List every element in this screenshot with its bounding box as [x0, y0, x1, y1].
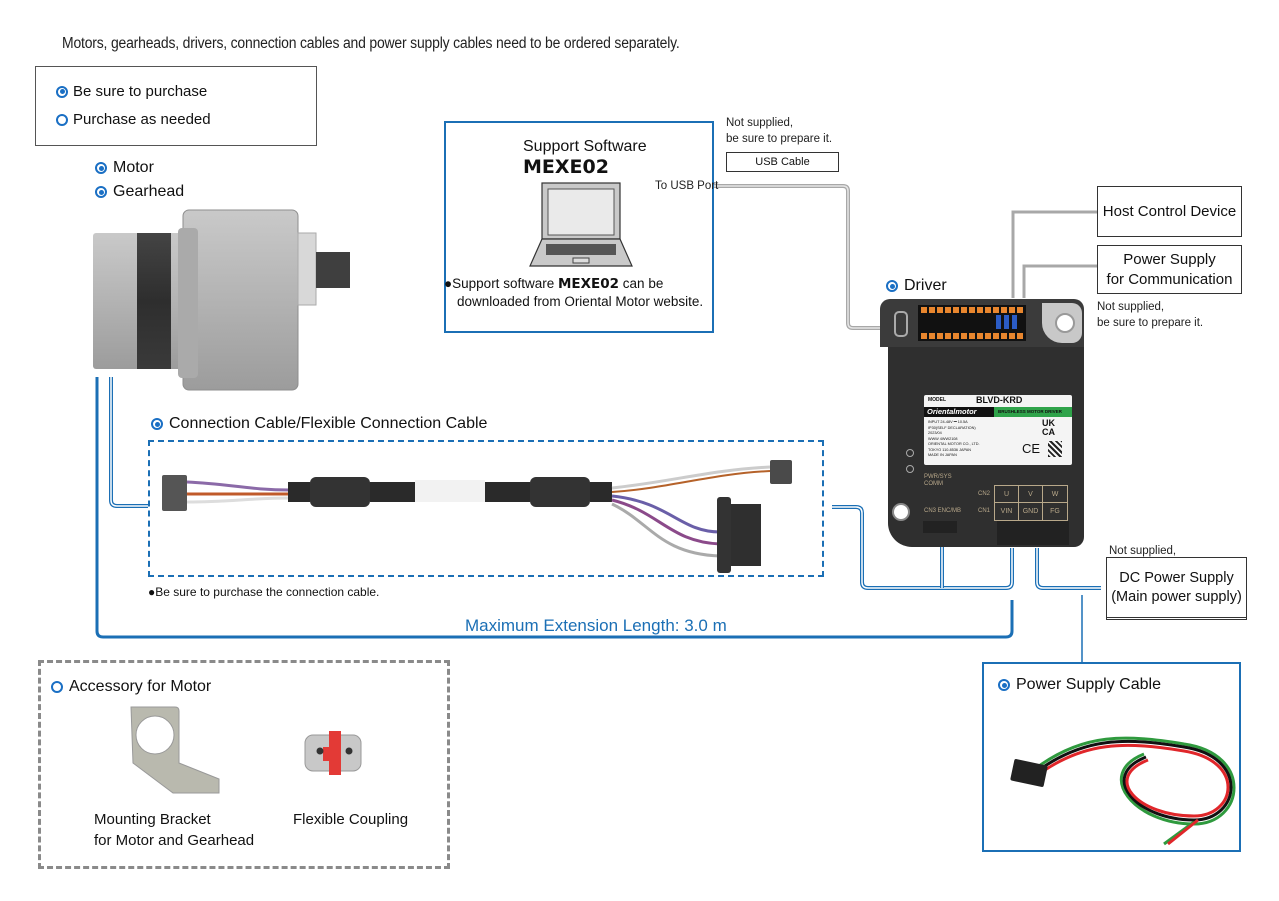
bracket-label-2: for Motor and Gearhead: [94, 832, 255, 849]
power-supply-cable-image: [1010, 736, 1236, 846]
comm-power-supply-box: Power Supply for Communication: [1097, 245, 1242, 294]
accessory-title-text: Accessory for Motor: [69, 678, 212, 695]
power-cable-title: Power Supply Cable: [998, 676, 1161, 694]
driver-nameplate: MODEL BLVD-KRD Orientalmotor BRUSHLESS M…: [924, 395, 1072, 465]
mount-hole-icon: [1055, 313, 1075, 333]
flexible-coupling-image: [304, 731, 362, 775]
ukca-mark: UK CA: [1042, 418, 1055, 437]
connection-cable-note: ●Be sure to purchase the connection cabl…: [148, 585, 380, 599]
usb-note-line1: Not supplied,: [726, 117, 794, 129]
cn3-label: CN3 ENC/MB: [924, 508, 962, 514]
software-note-prefix: ●Support software: [444, 276, 558, 291]
radio-empty-icon: [51, 681, 63, 693]
accessory-box: Accessory for Motor Mounting Bracket for…: [38, 660, 450, 869]
led-labels: PWR/SYS COMM: [924, 474, 952, 488]
pin-label: VIN: [995, 503, 1019, 520]
qr-code-icon: [1048, 441, 1062, 457]
cn3-connector: [923, 521, 957, 533]
usb-cable-box: USB Cable: [726, 152, 839, 172]
ce-mark: CE: [1022, 441, 1041, 456]
usb-port-icon: [894, 311, 908, 337]
support-software-box: Support Software MEXE02 ●Support softwar…: [444, 121, 718, 333]
software-title: Support Software: [523, 138, 647, 155]
usb-port-label: To USB Port: [655, 180, 719, 192]
connection-cable-box: [148, 440, 824, 577]
driver-image: MODEL BLVD-KRD Orientalmotor BRUSHLESS M…: [880, 299, 1084, 547]
comm-power-label-2: for Communication: [1106, 270, 1233, 288]
pin-label: W: [1043, 486, 1067, 503]
power-terminal: U V W VIN GND FG: [994, 485, 1068, 521]
dc-power-supply-label: DC Power Supply (Main power supply): [1106, 557, 1247, 618]
power-supply-cable-box: Power Supply Cable: [982, 662, 1241, 852]
spec-line: MADE IN JAPAN: [928, 453, 957, 457]
connection-cable-image: [162, 460, 792, 573]
software-note-line2: downloaded from Oriental Motor website.: [457, 294, 704, 309]
radio-filled-icon: [886, 280, 898, 292]
mounting-bracket-image: [130, 706, 220, 794]
cn1-connector: [997, 521, 1069, 545]
host-control-device-box: Host Control Device: [1097, 186, 1242, 237]
pin-label: U: [995, 486, 1019, 503]
accessory-title: Accessory for Motor: [51, 678, 211, 696]
driver-label: Driver: [886, 277, 947, 295]
cn1-label: CN1: [978, 508, 991, 514]
comm-power-label-1: Power Supply: [1123, 250, 1216, 268]
usb-note-line2: be sure to prepare it.: [726, 133, 833, 145]
model-number: BLVD-KRD: [976, 395, 1023, 405]
led-label: PWR/SYS: [924, 474, 952, 480]
led-icon: [906, 465, 914, 473]
driver-specs: INPUT 24-48V ⎓ 10.5A IP30(SELF DECLARATI…: [928, 420, 980, 459]
software-note-suffix: can be: [619, 276, 664, 291]
brand-logo: Orientalmotor: [927, 407, 977, 416]
laptop-icon: [529, 182, 633, 267]
pin-label: FG: [1050, 508, 1060, 515]
dc-power-label-1: DC Power Supply: [1119, 569, 1234, 586]
driver-type: BRUSHLESS MOTOR DRIVER: [998, 409, 1062, 414]
cn2-label: CN2: [978, 491, 991, 497]
software-note: ●Support software MEXE02 can be: [444, 276, 663, 292]
power-cable-title-text: Power Supply Cable: [1016, 676, 1161, 693]
dc-power-note-1: Not supplied,: [1109, 545, 1177, 557]
radio-filled-icon: [998, 679, 1010, 691]
mount-hole-icon: [892, 503, 910, 521]
comm-power-note-1: Not supplied,: [1097, 301, 1165, 313]
led-icon: [906, 449, 914, 457]
pin-label: V: [1019, 486, 1043, 503]
connection-cable-title: Connection Cable/Flexible Connection Cab…: [169, 415, 488, 432]
spec-line: ORIENTAL MOTOR CO., LTD.: [928, 442, 980, 446]
software-note-product: MEXE02: [557, 276, 620, 292]
led-label: COMM: [924, 481, 943, 487]
bracket-label-1: Mounting Bracket: [94, 811, 211, 828]
max-extension-label: Maximum Extension Length: 3.0 m: [465, 616, 727, 635]
driver-label-text: Driver: [904, 277, 947, 294]
pin-label: GND: [1019, 503, 1043, 520]
software-product: MEXE02: [523, 156, 609, 178]
model-caption: MODEL: [928, 397, 947, 403]
io-terminal: [918, 305, 1026, 341]
dc-power-label-2: (Main power supply): [1111, 588, 1242, 605]
connection-cable-label: Connection Cable/Flexible Connection Cab…: [151, 415, 487, 433]
radio-filled-icon: [151, 418, 163, 430]
coupling-label: Flexible Coupling: [293, 811, 409, 828]
comm-power-note-2: be sure to prepare it.: [1097, 317, 1204, 329]
